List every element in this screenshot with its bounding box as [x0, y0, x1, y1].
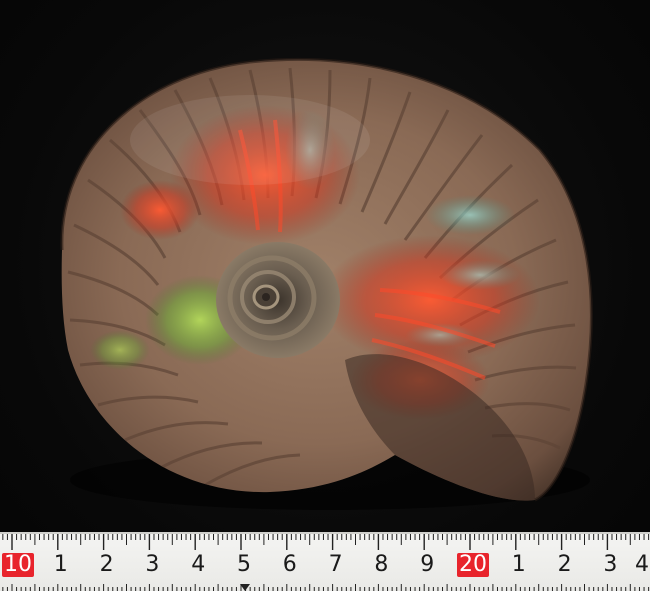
ruler-label: 6: [282, 552, 297, 577]
ammonite-photo: [60, 57, 593, 510]
ruler-label: 7: [328, 552, 343, 577]
ruler-label: 4: [635, 552, 649, 577]
ruler-label: 9: [420, 552, 435, 577]
ruler-ticks: [2, 534, 650, 591]
measuring-ruler: 10 1 2 3 4 5 6 7 8 9 20 1 2 3 4: [0, 532, 650, 591]
ruler-label: 20: [457, 552, 489, 577]
ruler-label: 2: [557, 552, 572, 577]
ruler-label: 8: [374, 552, 389, 577]
ruler-label: 10: [2, 552, 34, 577]
ruler-label: 2: [99, 552, 114, 577]
ruler-label: 3: [603, 552, 618, 577]
ruler-label: 4: [191, 552, 206, 577]
ruler-label: 3: [145, 552, 160, 577]
ruler-label: 1: [511, 552, 526, 577]
photo-scene: 10 1 2 3 4 5 6 7 8 9 20 1 2 3 4: [0, 0, 650, 591]
ruler-label: 1: [53, 552, 68, 577]
ruler-label: 5: [237, 552, 251, 577]
